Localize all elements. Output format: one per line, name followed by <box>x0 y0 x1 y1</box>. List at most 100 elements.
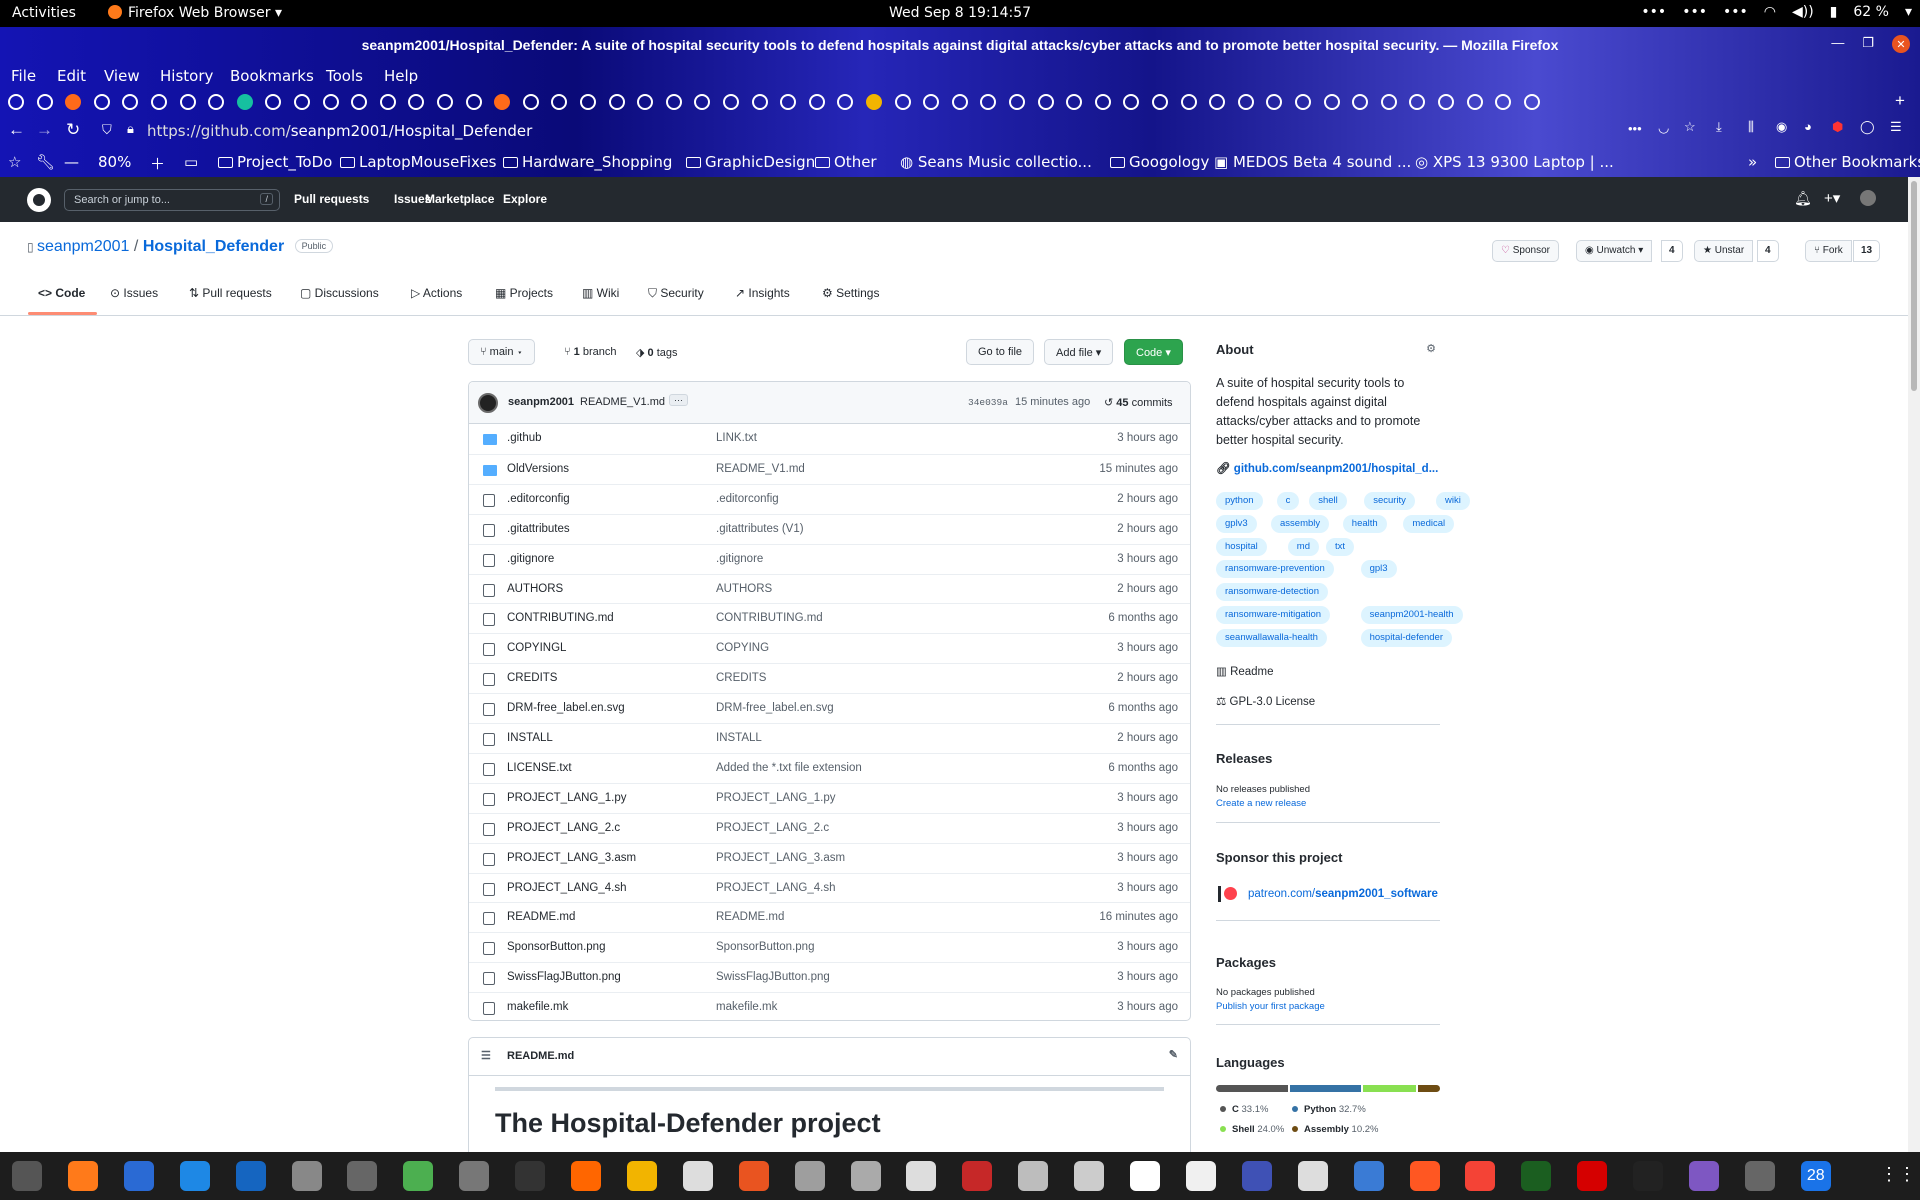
dock-app-icon[interactable] <box>515 1161 546 1191</box>
file-commit-message[interactable]: SponsorButton.png <box>716 941 814 953</box>
table-row[interactable]: DRM-free_label.en.svg DRM-free_label.en.s… <box>469 693 1190 723</box>
watch-button[interactable]: ◉ Unwatch ▾ <box>1576 240 1653 262</box>
browser-tab-icon[interactable] <box>665 94 682 110</box>
table-row[interactable]: .editorconfig .editorconfig 2 hours ago <box>469 483 1190 514</box>
new-tab-icon[interactable]: + <box>1895 91 1905 111</box>
avatar[interactable] <box>1860 190 1876 206</box>
browser-tab-icon[interactable] <box>465 94 482 110</box>
browser-tab-icon[interactable] <box>437 94 453 110</box>
pocket-icon[interactable]: ◡ <box>1658 120 1669 136</box>
tab-security[interactable]: ⛉ Security <box>648 286 704 301</box>
browser-tab-icon[interactable] <box>494 94 511 110</box>
topic-tag[interactable]: python <box>1216 492 1263 510</box>
dock-app-icon[interactable] <box>1633 1161 1664 1191</box>
readme-link[interactable]: ▥ Readme <box>1216 664 1274 678</box>
ublock-icon[interactable]: ⬢ <box>1832 119 1843 135</box>
browser-tab-icon[interactable] <box>837 94 854 110</box>
tab-projects[interactable]: ▦ Projects <box>495 286 553 300</box>
extension-icon[interactable]: ◕ <box>1804 119 1812 134</box>
topic-tag[interactable]: health <box>1342 514 1387 533</box>
file-name[interactable]: LICENSE.txt <box>507 762 572 774</box>
file-commit-message[interactable]: LINK.txt <box>716 432 757 444</box>
scrollbar-thumb[interactable] <box>1911 181 1917 391</box>
file-commit-message[interactable]: DRM-free_label.en.svg <box>716 702 834 714</box>
file-name[interactable]: makefile.mk <box>507 1001 568 1013</box>
bookmark-star-icon[interactable]: ☆ <box>8 153 21 171</box>
sponsor-button[interactable]: ♡ Sponsor <box>1492 240 1559 262</box>
browser-tab-icon[interactable] <box>1295 94 1311 110</box>
dock-app-icon[interactable] <box>459 1161 490 1191</box>
table-row[interactable]: makefile.mk makefile.mk 3 hours ago <box>469 992 1190 1022</box>
bookmark-music-collection[interactable]: ◍ Seans Music collectio... <box>900 153 1092 171</box>
file-name[interactable]: PROJECT_LANG_2.c <box>507 822 620 834</box>
file-commit-message[interactable]: CREDITS <box>716 672 766 684</box>
file-name[interactable]: CONTRIBUTING.md <box>507 612 614 624</box>
dock-app-icon[interactable] <box>571 1161 601 1191</box>
star-button[interactable]: ★ Unstar <box>1694 240 1754 262</box>
browser-tab-icon[interactable] <box>1266 94 1283 110</box>
browser-tab-icon[interactable] <box>1237 94 1254 110</box>
topic-tag[interactable]: security <box>1364 492 1415 510</box>
table-row[interactable]: OldVersions README_V1.md 15 minutes ago <box>469 453 1190 484</box>
releases-heading[interactable]: Releases <box>1216 751 1272 766</box>
go-to-file-button[interactable]: Go to file <box>966 339 1035 365</box>
browser-tab-icon[interactable] <box>151 94 167 110</box>
overflow-icon-2[interactable]: ••• <box>1682 4 1707 20</box>
back-icon[interactable]: ← <box>8 120 25 140</box>
account-icon[interactable]: ◉ <box>1776 119 1787 135</box>
browser-tab-icon[interactable] <box>894 94 911 110</box>
browser-tab-icon[interactable] <box>780 94 797 110</box>
close-icon[interactable]: ✕ <box>1892 35 1910 53</box>
file-name[interactable]: PROJECT_LANG_4.sh <box>507 882 627 894</box>
browser-tab-icon[interactable] <box>8 94 24 110</box>
dock-app-icon[interactable] <box>1018 1161 1049 1191</box>
wrench-icon[interactable]: 🔧︎ <box>36 153 55 171</box>
search-input[interactable]: Search or jump to... / <box>64 189 280 211</box>
new-folder-icon[interactable]: ▭ <box>184 153 198 171</box>
browser-tab-icon[interactable] <box>1323 94 1340 110</box>
browser-tab-icon[interactable] <box>294 94 310 110</box>
browser-tab-icon[interactable] <box>408 94 425 110</box>
file-name[interactable]: PROJECT_LANG_3.asm <box>507 852 636 864</box>
app-grid-icon[interactable]: ⋮⋮⋮ <box>1880 1164 1920 1185</box>
browser-tab-icon[interactable] <box>208 94 225 110</box>
tab-discussions[interactable]: ▢ Discussions <box>300 286 379 300</box>
dock-app-icon[interactable] <box>291 1161 322 1191</box>
file-name[interactable]: CREDITS <box>507 672 557 684</box>
fork-button[interactable]: ⑂ Fork <box>1805 240 1852 262</box>
dock-app-icon[interactable] <box>738 1161 769 1191</box>
file-name[interactable]: OldVersions <box>507 463 569 475</box>
file-name[interactable]: .github <box>507 432 542 444</box>
table-row[interactable]: PROJECT_LANG_1.py PROJECT_LANG_1.py 3 hour… <box>469 782 1190 813</box>
browser-tab-icon[interactable] <box>923 94 940 110</box>
topic-tag[interactable]: seanwallawalla-health <box>1216 628 1327 647</box>
bookmark-medos[interactable]: ▣ MEDOS Beta 4 sound ... <box>1214 153 1411 171</box>
bookmark-other-bookmarks[interactable]: Other Bookmarks <box>1775 153 1920 171</box>
table-row[interactable]: LICENSE.txt Added the *.txt file extensio… <box>469 752 1190 783</box>
wifi-icon[interactable]: ◠ <box>1764 4 1776 20</box>
patreon-link[interactable]: patreon.com/seanpm2001_software <box>1248 888 1438 900</box>
file-name[interactable]: PROJECT_LANG_1.py <box>507 792 627 804</box>
table-row[interactable]: README.md README.md 16 minutes ago <box>469 902 1190 932</box>
avatar[interactable] <box>478 393 498 413</box>
overflow-icon-3[interactable]: ••• <box>1723 4 1748 20</box>
topic-tag[interactable]: txt <box>1326 537 1355 556</box>
page-scrollbar[interactable] <box>1908 177 1920 1152</box>
browser-tab-icon[interactable] <box>951 94 968 110</box>
table-row[interactable]: COPYINGL COPYING 3 hours ago <box>469 633 1190 663</box>
branch-select[interactable]: ⑂ main ▾ <box>468 339 536 365</box>
browser-tab-icon[interactable] <box>1066 94 1083 110</box>
browser-tab-icon[interactable] <box>522 94 539 110</box>
file-commit-message[interactable]: COPYING <box>716 642 769 654</box>
tab-settings[interactable]: ⚙ Settings <box>822 286 879 300</box>
create-release-link[interactable]: Create a new release <box>1216 798 1306 809</box>
bookmark-hardware-shopping[interactable]: Hardware_Shopping <box>503 153 672 171</box>
topic-tag[interactable]: c <box>1276 492 1300 510</box>
file-commit-message[interactable]: PROJECT_LANG_1.py <box>716 792 836 804</box>
topic-tag[interactable]: gplv3 <box>1216 514 1257 533</box>
minimize-icon[interactable]: — <box>1831 35 1844 53</box>
topic-tag[interactable]: ransomware-detection <box>1216 583 1328 602</box>
list-icon[interactable]: ☰ <box>481 1049 491 1062</box>
file-commit-message[interactable]: PROJECT_LANG_2.c <box>716 822 829 834</box>
dock-app-icon[interactable] <box>1521 1161 1552 1191</box>
